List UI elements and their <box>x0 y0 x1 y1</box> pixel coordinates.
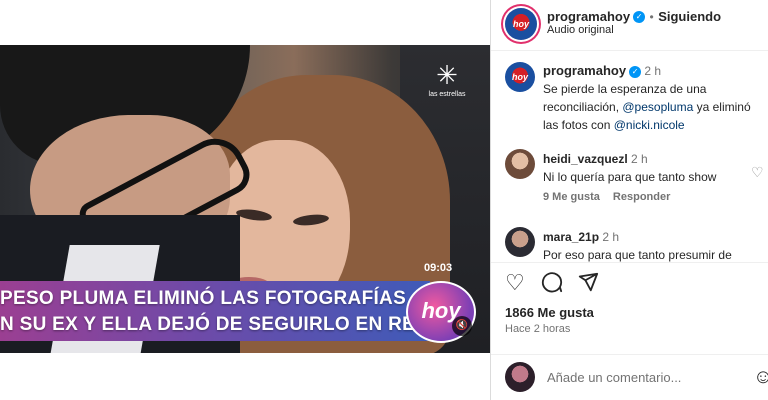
mute-icon[interactable]: 🔇 <box>452 316 472 336</box>
headline-banner: PESO PLUMA ELIMINÓ LAS FOTOGRAFÍAS N SU … <box>0 281 456 341</box>
likes-count[interactable]: 1866 Me gusta <box>505 305 594 320</box>
caption-avatar[interactable]: hoy <box>505 62 535 92</box>
comment-icon[interactable] <box>541 271 563 299</box>
comment-time: 2 h <box>631 152 648 166</box>
comment-time: 2 h <box>602 230 620 244</box>
share-icon[interactable] <box>577 271 599 299</box>
post-header: hoy programahoy ✓ • Siguiendo Audio origi… <box>491 0 768 51</box>
verified-icon: ✓ <box>633 10 646 23</box>
comment-avatar[interactable] <box>505 149 535 179</box>
emoji-icon[interactable]: ☺ <box>753 366 768 389</box>
verified-icon: ✓ <box>629 65 642 78</box>
post-details-panel: hoy programahoy ✓ • Siguiendo Audio origi… <box>491 0 768 400</box>
follow-status[interactable]: Siguiendo <box>658 9 721 24</box>
comment-username[interactable]: heidi_vazquezl <box>543 152 628 166</box>
add-comment-divider <box>491 354 768 355</box>
comment-text: Ni lo quería para que tanto show <box>543 170 717 184</box>
post-media-panel: ✳ las estrellas 09:03 PESO PLUMA ELIMINÓ… <box>0 0 490 400</box>
caption-time: 2 h <box>644 64 662 78</box>
add-comment-input[interactable]: Añade un comentario... <box>547 370 681 385</box>
comment-text: Por eso para que tanto presumir de <box>543 248 732 262</box>
channel-logo-text: las estrellas <box>428 91 466 98</box>
actions-divider <box>491 262 768 263</box>
headline-line-2: N SU EX Y ELLA DEJÓ DE SEGUIRLO EN REDES <box>0 314 456 335</box>
audio-label[interactable]: Audio original <box>547 24 614 36</box>
reply-button[interactable]: Responder <box>613 191 670 203</box>
heart-icon[interactable]: ♡ <box>751 164 764 181</box>
comment-meta: 9 Me gusta Responder <box>543 191 670 203</box>
headline-line-1: PESO PLUMA ELIMINÓ LAS FOTOGRAFÍAS <box>0 288 407 309</box>
mention-link[interactable]: @nicki.nicole <box>614 118 685 132</box>
star-icon: ✳ <box>436 60 458 90</box>
heart-icon[interactable]: ♡ <box>505 270 525 296</box>
caption: programahoy ✓ 2 h Se pierde la esperanza … <box>543 62 755 134</box>
post-time: Hace 2 horas <box>505 323 571 335</box>
video-timecode: 09:03 <box>424 262 453 274</box>
comment: heidi_vazquezl 2 h Ni lo quería para que… <box>543 150 755 186</box>
channel-logo: ✳ las estrellas <box>425 62 469 98</box>
header-separator: • <box>649 10 654 24</box>
caption-username[interactable]: programahoy <box>543 63 626 78</box>
avatar[interactable]: hoy <box>505 8 537 40</box>
user-avatar[interactable] <box>505 362 535 392</box>
comment: mara_21p 2 h Por eso para que tanto pres… <box>543 228 755 264</box>
mention-link[interactable]: @pesopluma <box>622 100 693 114</box>
comment-username[interactable]: mara_21p <box>543 230 599 244</box>
comment-avatar[interactable] <box>505 227 535 257</box>
comment-likes[interactable]: 9 Me gusta <box>543 191 600 203</box>
header-username[interactable]: programahoy <box>547 9 630 24</box>
